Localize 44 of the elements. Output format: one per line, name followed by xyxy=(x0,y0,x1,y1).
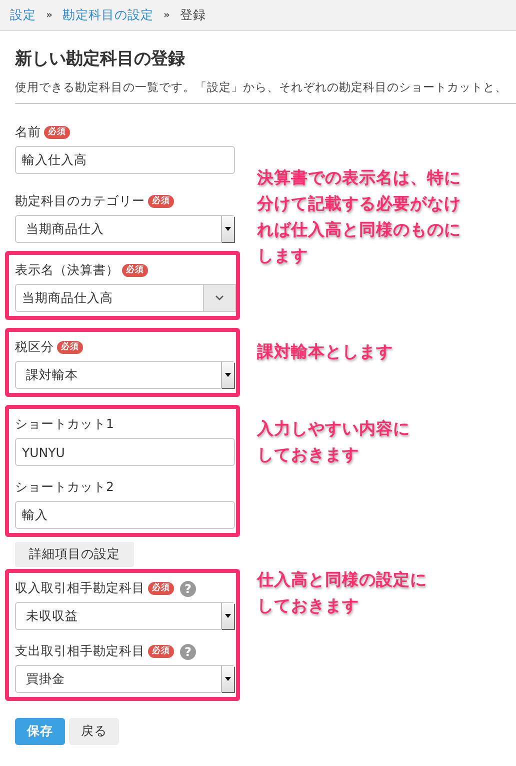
annotation-line: 決算書での表示名は、特に xyxy=(257,167,461,189)
select-field[interactable]: 買掛金 xyxy=(15,665,235,693)
back-button[interactable]: 戻る xyxy=(69,718,119,745)
field-label: ショートカット1 xyxy=(15,416,114,433)
annotation-line: れば仕入高と同様のものに xyxy=(257,219,461,241)
annotation-line: 課対輸本とします xyxy=(257,341,393,363)
dropdown-arrow-icon xyxy=(225,614,231,618)
annotation-line: 仕入高と同様の設定に xyxy=(257,569,427,591)
required-badge: 必須 xyxy=(148,582,174,595)
dropdown-arrow-icon xyxy=(225,373,231,377)
annotation-line: しておきます xyxy=(257,444,359,466)
breadcrumb-separator: » xyxy=(163,10,170,20)
required-badge: 必須 xyxy=(44,126,70,139)
page-description: 使用できる勘定科目の一覧です。「設定」から、それぞれの勘定科目のショートカットと、 xyxy=(15,80,508,95)
detail-settings-button[interactable]: 詳細項目の設定 xyxy=(15,542,134,567)
annotation-line: 入力しやすい内容に xyxy=(257,418,410,440)
annotation-line: します xyxy=(257,245,308,267)
dropdown-arrow-icon xyxy=(225,227,231,231)
annotation-line: しておきます xyxy=(257,595,359,617)
combo-field[interactable]: 当期商品仕入高 xyxy=(15,284,204,312)
required-badge: 必須 xyxy=(148,645,174,658)
dropdown-arrow-icon xyxy=(225,677,231,681)
required-badge: 必須 xyxy=(148,195,174,208)
select-field[interactable]: 当期商品仕入 xyxy=(15,215,235,243)
dropdown-button[interactable] xyxy=(204,284,236,312)
required-badge: 必須 xyxy=(122,264,148,277)
field-label: 勘定科目のカテゴリー xyxy=(15,193,145,210)
text-field[interactable]: YUNYU xyxy=(15,438,235,466)
text-field[interactable]: 輸入仕入高 xyxy=(15,146,235,174)
page-title: 新しい勘定科目の登録 xyxy=(15,48,186,70)
field-label: 支出取引相手勘定科目 xyxy=(15,643,145,660)
field-label: 収入取引相手勘定科目 xyxy=(15,580,145,597)
field-label: 名前 xyxy=(15,124,41,141)
annotation-line: 分けて記載する必要がなけ xyxy=(257,193,461,215)
field-label: ショートカット2 xyxy=(15,479,114,496)
select-field[interactable]: 未収収益 xyxy=(15,602,235,630)
field-label: 税区分 xyxy=(15,339,54,356)
field-label: 表示名（決算書） xyxy=(15,262,119,279)
select-field[interactable]: 課対輸本 xyxy=(15,361,235,389)
chevron-down-icon xyxy=(215,295,224,301)
breadcrumb-separator: » xyxy=(46,10,52,20)
breadcrumb-current: 登録 xyxy=(180,6,206,24)
text-field[interactable]: 輸入 xyxy=(15,501,235,529)
required-badge: 必須 xyxy=(57,341,83,354)
